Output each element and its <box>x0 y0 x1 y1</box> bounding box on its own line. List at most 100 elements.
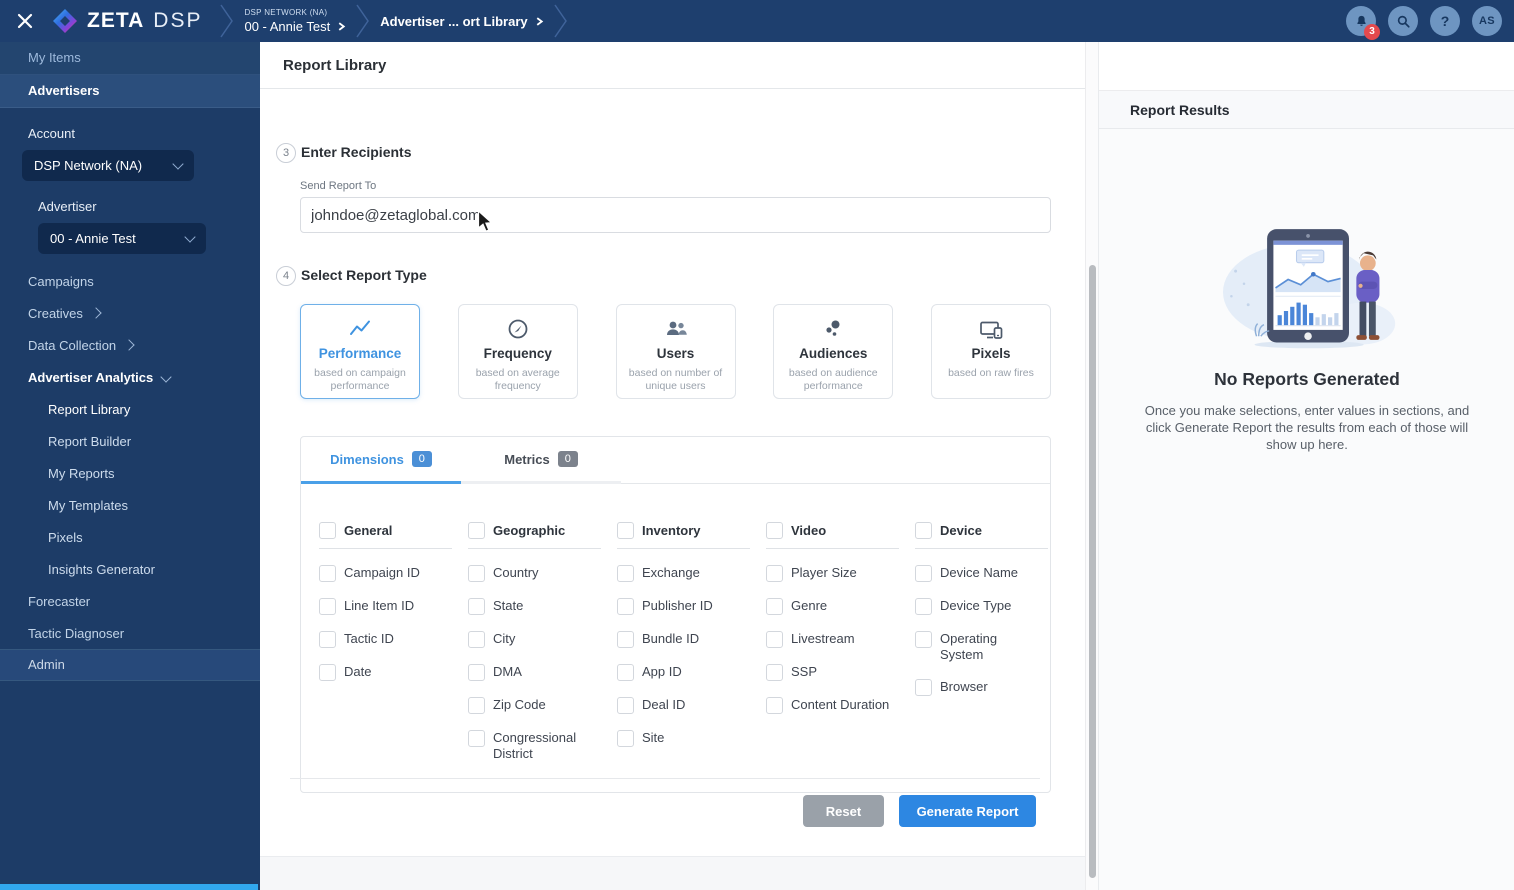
report-type-frequency[interactable]: Frequency based on average frequency <box>457 304 578 399</box>
dimension-option-dma[interactable]: DMA <box>468 664 617 681</box>
checkbox[interactable] <box>468 631 485 648</box>
sidebar-item-advertisers[interactable]: Advertisers <box>0 75 260 108</box>
dimension-category-inventory[interactable]: Inventory <box>617 522 766 539</box>
dimension-option-zip-code[interactable]: Zip Code <box>468 697 617 714</box>
dimension-option-genre[interactable]: Genre <box>766 598 915 615</box>
dimension-option-campaign-id[interactable]: Campaign ID <box>319 565 468 582</box>
dimension-option-line-item-id[interactable]: Line Item ID <box>319 598 468 615</box>
sidebar-item-report-builder[interactable]: Report Builder <box>0 425 260 457</box>
checkbox[interactable] <box>617 598 634 615</box>
sidebar-item-insights-generator[interactable]: Insights Generator <box>0 553 260 585</box>
sidebar-item-advertiser-analytics[interactable]: Advertiser Analytics <box>0 361 260 393</box>
dimension-category-device[interactable]: Device <box>915 522 1064 539</box>
dimension-option-operating-system[interactable]: Operating System <box>915 631 1064 663</box>
sidebar-item-campaigns[interactable]: Campaigns <box>0 265 260 297</box>
checkbox[interactable] <box>468 730 485 747</box>
checkbox[interactable] <box>319 631 336 648</box>
sidebar-item-my-templates[interactable]: My Templates <box>0 489 260 521</box>
dimension-category-general[interactable]: General <box>319 522 468 539</box>
sidebar-item-my-reports[interactable]: My Reports <box>0 457 260 489</box>
checkbox[interactable] <box>766 522 783 539</box>
dimension-option-app-id[interactable]: App ID <box>617 664 766 681</box>
dimension-option-browser[interactable]: Browser <box>915 679 1064 696</box>
count-badge: 0 <box>411 451 432 467</box>
checkbox[interactable] <box>766 631 783 648</box>
report-type-users[interactable]: Users based on number of unique users <box>615 304 736 399</box>
account-select[interactable]: DSP Network (NA) <box>22 150 194 181</box>
avatar[interactable]: AS <box>1472 6 1502 36</box>
checkbox[interactable] <box>915 565 932 582</box>
checkbox[interactable] <box>915 598 932 615</box>
checkbox[interactable] <box>766 697 783 714</box>
advertiser-select[interactable]: 00 - Annie Test <box>38 223 206 254</box>
tab-metrics[interactable]: Metrics 0 <box>461 437 621 484</box>
dimension-option-device-name[interactable]: Device Name <box>915 565 1064 582</box>
category-divider <box>468 548 601 549</box>
breadcrumb-item-00-annie-test[interactable]: DSP NETWORK (NA) 00 - Annie Test <box>244 8 346 34</box>
checkbox[interactable] <box>766 598 783 615</box>
checkbox[interactable] <box>766 565 783 582</box>
dimension-option-bundle-id[interactable]: Bundle ID <box>617 631 766 648</box>
dimension-option-tactic-id[interactable]: Tactic ID <box>319 631 468 648</box>
checkbox[interactable] <box>915 679 932 696</box>
dimension-option-publisher-id[interactable]: Publisher ID <box>617 598 766 615</box>
checkbox[interactable] <box>915 631 932 648</box>
sidebar-item-report-library[interactable]: Report Library <box>0 393 260 425</box>
tabs: Dimensions 0 Metrics 0 <box>301 437 1050 484</box>
report-type-pixels[interactable]: Pixels based on raw fires <box>931 304 1051 399</box>
search-button[interactable] <box>1388 6 1418 36</box>
reset-button[interactable]: Reset <box>803 795 884 827</box>
report-type-audiences[interactable]: Audiences based on audience performance <box>773 304 894 399</box>
checkbox[interactable] <box>468 598 485 615</box>
dimension-option-exchange[interactable]: Exchange <box>617 565 766 582</box>
sidebar-item-creatives[interactable]: Creatives <box>0 297 260 329</box>
dimension-option-livestream[interactable]: Livestream <box>766 631 915 648</box>
dimension-category-video[interactable]: Video <box>766 522 915 539</box>
dimension-option-site[interactable]: Site <box>617 730 766 747</box>
close-icon[interactable] <box>14 10 36 32</box>
dimension-option-ssp[interactable]: SSP <box>766 664 915 681</box>
checkbox[interactable] <box>617 565 634 582</box>
sidebar-item-admin[interactable]: Admin <box>0 649 260 681</box>
dimension-option-content-duration[interactable]: Content Duration <box>766 697 915 714</box>
checkbox[interactable] <box>319 598 336 615</box>
checkbox[interactable] <box>617 730 634 747</box>
dimension-category-geographic[interactable]: Geographic <box>468 522 617 539</box>
checkbox[interactable] <box>319 522 336 539</box>
checkbox[interactable] <box>766 664 783 681</box>
zeta-logo[interactable]: ZETA DSP <box>52 8 202 34</box>
checkbox[interactable] <box>617 697 634 714</box>
dimension-option-country[interactable]: Country <box>468 565 617 582</box>
generate-report-button[interactable]: Generate Report <box>899 795 1036 827</box>
checkbox[interactable] <box>468 522 485 539</box>
dimension-option-state[interactable]: State <box>468 598 617 615</box>
sidebar-item-pixels[interactable]: Pixels <box>0 521 260 553</box>
tab-dimensions[interactable]: Dimensions 0 <box>301 437 461 484</box>
checkbox[interactable] <box>617 664 634 681</box>
dimension-option-date[interactable]: Date <box>319 664 468 681</box>
checkbox[interactable] <box>617 522 634 539</box>
checkbox[interactable] <box>915 522 932 539</box>
report-type-performance[interactable]: Performance based on campaign performance <box>300 304 420 399</box>
checkbox[interactable] <box>468 697 485 714</box>
notifications-button[interactable]: 3 <box>1346 6 1380 40</box>
breadcrumb-item-advertiser-ort-library[interactable]: Advertiser ... ort Library <box>380 14 543 29</box>
sidebar-item-forecaster[interactable]: Forecaster <box>0 585 260 617</box>
sidebar-item-data-collection[interactable]: Data Collection <box>0 329 260 361</box>
dimension-option-congressional-district[interactable]: Congressional District <box>468 730 617 762</box>
dimension-option-player-size[interactable]: Player Size <box>766 565 915 582</box>
send-report-to-input[interactable] <box>300 197 1051 233</box>
checkbox[interactable] <box>319 565 336 582</box>
enter-recipients-title: Enter Recipients <box>301 144 412 160</box>
dimension-option-deal-id[interactable]: Deal ID <box>617 697 766 714</box>
sidebar-item-my-items[interactable]: My Items <box>0 42 260 75</box>
dimension-option-device-type[interactable]: Device Type <box>915 598 1064 615</box>
scrollbar-thumb[interactable] <box>1089 265 1096 878</box>
help-button[interactable]: ? <box>1430 6 1460 36</box>
sidebar-item-tactic-diagnoser[interactable]: Tactic Diagnoser <box>0 617 260 649</box>
checkbox[interactable] <box>617 631 634 648</box>
checkbox[interactable] <box>468 664 485 681</box>
checkbox[interactable] <box>319 664 336 681</box>
dimension-option-city[interactable]: City <box>468 631 617 648</box>
checkbox[interactable] <box>468 565 485 582</box>
